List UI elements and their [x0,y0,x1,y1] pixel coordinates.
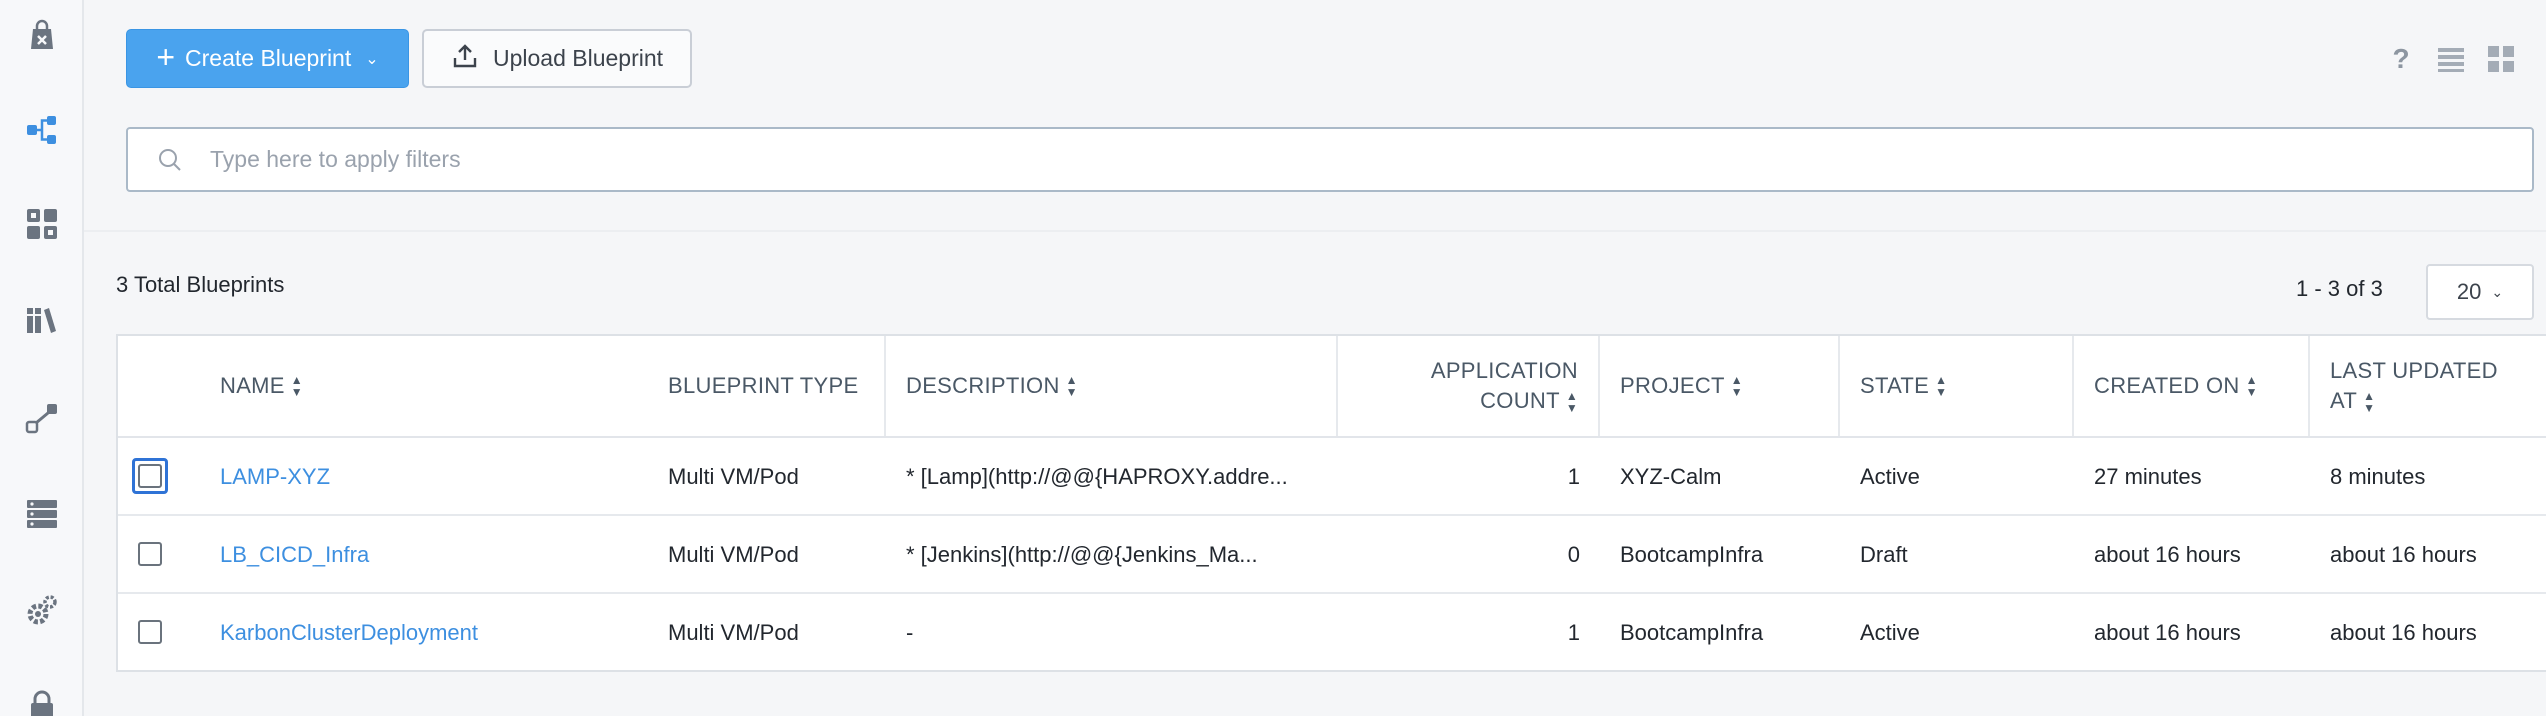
cell-last-updated: 8 minutes [2330,464,2426,489]
cell-state: Active [1860,464,1920,489]
cell-state: Draft [1860,542,1908,567]
settings-gears-icon[interactable] [22,590,62,630]
header-count-line1: APPLICATION [1430,358,1578,383]
cell-state: Active [1860,620,1920,645]
cell-type: Multi VM/Pod [668,620,799,645]
cell-application-count: 0 [1567,542,1580,567]
cell-name: KarbonClusterDeployment [200,594,648,672]
blueprints-table: NAME ▲ ▼ BLUEPRINT TYPE DESCRIPTION ▲ ▼ AP… [116,334,2546,672]
search-icon [140,147,200,173]
checkbox-box [138,464,162,488]
row-checkbox[interactable] [132,614,168,650]
cell-name: LAMP-XYZ [200,438,648,516]
cell-created-on: about 16 hours [2094,620,2241,645]
header-name[interactable]: NAME ▲ ▼ [200,336,648,436]
cell-name: LB_CICD_Infra [200,516,648,594]
cell-type: Multi VM/Pod [668,542,799,567]
cell-description: * [Lamp](http://@@{HAPROXY.addre... [906,464,1288,489]
cell-created-on: 27 minutes [2094,464,2202,489]
sort-icon: ▲ ▼ [1065,373,1078,399]
upload-blueprint-button[interactable]: Upload Blueprint [422,29,692,88]
header-application-count[interactable]: APPLICATION COUNT ▲ ▼ [1338,336,1600,436]
header-description[interactable]: DESCRIPTION ▲ ▼ [886,336,1338,436]
table-header: NAME ▲ ▼ BLUEPRINT TYPE DESCRIPTION ▲ ▼ AP… [118,336,2546,438]
filter-bar [126,127,2534,192]
blueprint-name-link[interactable]: LAMP-XYZ [220,464,330,490]
chevron-down-icon: ⌄ [2491,283,2504,300]
header-last-updated[interactable]: LAST UPDATED AT ▲ ▼ [2310,336,2546,436]
server-stack-icon[interactable] [22,494,62,534]
toolbar-area: + Create Blueprint ⌄ Upload Blueprint ? [84,0,2546,232]
blueprint-name-link[interactable]: KarbonClusterDeployment [220,620,478,646]
help-icon[interactable]: ? [2386,43,2416,74]
lock-icon[interactable] [22,686,62,716]
blueprint-name-link[interactable]: LB_CICD_Infra [220,542,369,568]
pagination-range: 1 - 3 of 3 [2296,276,2383,301]
shopping-bag-icon[interactable] [22,16,62,56]
sort-icon: ▲ ▼ [1565,389,1578,416]
header-name-label: NAME [220,373,285,398]
cell-type: Multi VM/Pod [668,464,799,489]
list-view-icon[interactable] [2436,44,2466,74]
sort-icon: ▲ ▼ [290,373,303,399]
cell-project: XYZ-Calm [1620,464,1722,489]
header-blueprint-type: BLUEPRINT TYPE [648,336,886,436]
cell-description: - [906,620,914,645]
library-icon[interactable] [22,300,62,340]
row-checkbox[interactable] [132,458,168,494]
cell-application-count: 1 [1567,620,1580,645]
chevron-down-icon: ⌄ [365,50,379,68]
header-state-label: STATE [1860,373,1930,398]
header-description-label: DESCRIPTION [906,373,1060,398]
left-icon-rail [0,0,84,716]
header-updated-line1: LAST UPDATED [2330,358,2498,383]
header-updated-line2: AT [2330,388,2358,413]
cell-last-updated: about 16 hours [2330,542,2477,567]
header-project[interactable]: PROJECT ▲ ▼ [1600,336,1840,436]
total-blueprints-count: 3 Total Blueprints [116,272,285,297]
blueprint-flow-icon[interactable] [22,110,62,150]
table-row[interactable]: LAMP-XYZ Multi VM/Pod * [Lamp](http://@@… [118,438,2546,516]
header-created-on[interactable]: CREATED ON ▲ ▼ [2074,336,2310,436]
header-created-label: CREATED ON [2094,373,2240,398]
sort-icon: ▲ ▼ [2363,389,2376,416]
upload-blueprint-label: Upload Blueprint [492,45,664,71]
header-state[interactable]: STATE ▲ ▼ [1840,336,2074,436]
cell-project: BootcampInfra [1620,542,1764,567]
header-project-label: PROJECT [1620,373,1725,398]
checkbox-box [138,542,162,566]
cell-application-count: 1 [1567,464,1580,489]
sort-icon: ▲ ▼ [2245,373,2258,399]
filter-input[interactable] [210,146,2532,173]
checkbox-box [138,620,162,644]
create-blueprint-label: Create Blueprint [185,45,352,71]
table-row[interactable]: KarbonClusterDeployment Multi VM/Pod - 1… [118,594,2546,672]
page-size-select[interactable]: 20 ⌄ [2426,264,2534,320]
table-row[interactable]: LB_CICD_Infra Multi VM/Pod * [Jenkins](h… [118,516,2546,594]
plus-icon: + [156,39,176,75]
header-count-line2: COUNT [1480,388,1560,413]
upload-icon [451,42,479,76]
runbook-icon[interactable] [22,398,62,438]
sort-icon: ▲ ▼ [1935,373,1948,399]
cell-last-updated: about 16 hours [2330,620,2477,645]
row-checkbox[interactable] [132,536,168,572]
header-select [118,336,200,436]
page-size-value: 20 [2456,279,2482,304]
header-type-label: BLUEPRINT TYPE [668,373,859,398]
view-controls: ? [2386,43,2516,74]
grid-view-icon[interactable] [2486,44,2516,74]
dashboard-grid-icon[interactable] [22,204,62,244]
cell-project: BootcampInfra [1620,620,1764,645]
create-blueprint-button[interactable]: + Create Blueprint ⌄ [126,29,409,88]
cell-created-on: about 16 hours [2094,542,2241,567]
sort-icon: ▲ ▼ [1730,373,1743,399]
cell-description: * [Jenkins](http://@@{Jenkins_Ma... [906,542,1258,567]
